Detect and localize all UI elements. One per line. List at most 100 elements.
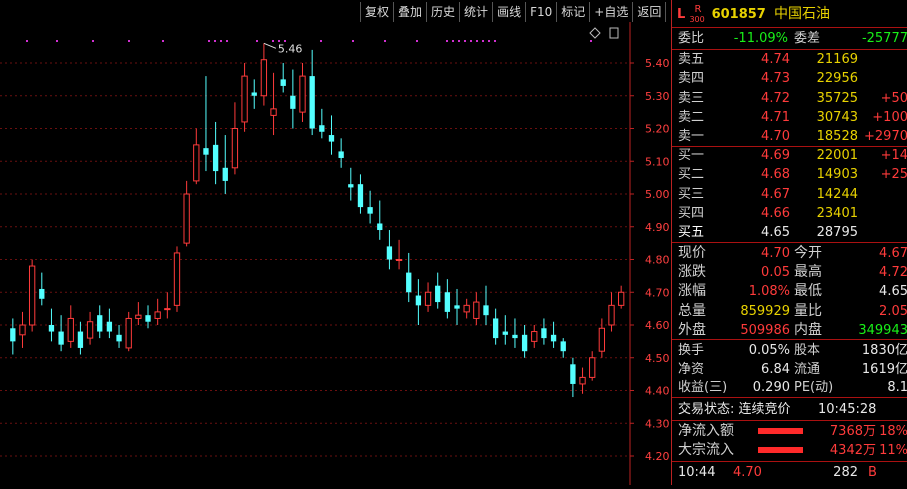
- sell-level-change: +50: [880, 90, 907, 106]
- sell-level-label: 卖五: [678, 52, 705, 67]
- sell-level-price: 4.70: [761, 129, 790, 145]
- divider: [672, 27, 907, 28]
- buy-level-5[interactable]: 买五 4.65 28795: [678, 223, 904, 242]
- buy-level-1[interactable]: 买一 4.69 22001 +14: [678, 146, 907, 165]
- candle-body-down: [106, 321, 113, 332]
- toolbar-overlay-button[interactable]: 叠加: [393, 2, 426, 22]
- sell-level-5[interactable]: 卖一 4.70 18528 +2970: [678, 127, 907, 146]
- sell-level-price: 4.71: [761, 109, 790, 125]
- marker-dot: [476, 40, 478, 42]
- toolbar-f10-button[interactable]: F10: [525, 2, 556, 22]
- quote-row: 涨幅 1.08% 最低 4.65: [678, 282, 907, 301]
- candle-body-down: [116, 334, 122, 342]
- tick-time: 10:44: [678, 465, 716, 480]
- price-tick-label: 4.50: [645, 352, 670, 365]
- quote-label: 最低: [794, 283, 822, 300]
- market-letter: L: [677, 7, 686, 22]
- marker-dot: [128, 40, 130, 42]
- candle-body-down: [521, 334, 528, 352]
- flow-label: 净流入额: [678, 423, 734, 439]
- sell-level-volume: 22956: [816, 71, 858, 87]
- weibi-value: -11.09%: [733, 31, 788, 46]
- price-tick-label: 4.90: [645, 221, 670, 234]
- buy-level-4[interactable]: 买四 4.66 23401: [678, 204, 904, 223]
- candle-body-down: [77, 331, 84, 348]
- toolbar-history-button[interactable]: 历史: [426, 2, 459, 22]
- buy-level-label: 买二: [678, 167, 705, 183]
- candle-body-up: [598, 327, 606, 352]
- fund-label: 换手: [678, 343, 705, 358]
- window-icon: [609, 27, 619, 39]
- quote-label: 涨跌: [678, 264, 706, 281]
- price-tick-label: 5.20: [645, 123, 670, 136]
- buy-level-volume: 28795: [816, 225, 858, 241]
- fund-row: 换手 0.05% 股本 1830亿: [678, 341, 907, 360]
- quote-value: 2.05: [879, 303, 907, 319]
- candle-body-up: [531, 331, 538, 342]
- sell-level-volume: 30743: [816, 109, 858, 125]
- candle-body-up: [231, 128, 239, 169]
- price-tick-label: 4.70: [645, 286, 670, 299]
- divider: [672, 242, 907, 243]
- toolbar-add-watchlist-button[interactable]: +自选: [589, 2, 632, 22]
- toolbar-mark-button[interactable]: 标记: [556, 2, 589, 22]
- candle-body-up: [125, 317, 132, 349]
- candle-body-down: [406, 272, 412, 293]
- quote-value: 859929: [740, 303, 790, 319]
- candle-body-down: [435, 285, 441, 303]
- candle-body-up: [618, 291, 625, 306]
- candle-body-down: [560, 341, 566, 352]
- buy-level-2[interactable]: 买二 4.68 14903 +25: [678, 165, 907, 184]
- divider: [672, 339, 907, 340]
- marker-dot: [494, 40, 496, 42]
- toolbar-fuquan-button[interactable]: 复权: [360, 2, 393, 22]
- flow-bar: [758, 428, 803, 434]
- candle-body-up: [395, 259, 403, 261]
- toolbar-drawline-button[interactable]: 画线: [492, 2, 525, 22]
- marker-dot: [458, 40, 460, 42]
- price-tick-label: 5.10: [645, 155, 670, 168]
- candle-body-up: [579, 376, 586, 385]
- sell-level-change: +2970: [864, 129, 907, 145]
- buy-level-label: 买四: [678, 205, 705, 221]
- candle-body-up: [154, 311, 161, 319]
- marker-dot: [416, 40, 418, 42]
- buy-level-label: 买五: [678, 225, 705, 241]
- flow-row: 净流入额 7368万 18%: [678, 422, 907, 441]
- candle-body-down: [309, 76, 315, 129]
- marker-dot: [208, 40, 210, 42]
- diamond-icon: [589, 27, 601, 39]
- sell-level-4[interactable]: 卖二 4.71 30743 +100: [678, 108, 907, 127]
- buy-level-3[interactable]: 买三 4.67 14244: [678, 185, 904, 204]
- marker-dot: [272, 40, 274, 42]
- flow-value: 4342万: [829, 443, 876, 458]
- quote-label: 总量: [678, 302, 706, 319]
- tick-side: B: [868, 465, 877, 480]
- candle-body-down: [145, 315, 151, 322]
- sell-level-2[interactable]: 卖四 4.73 22956: [678, 69, 904, 88]
- marker-dot: [482, 40, 484, 42]
- price-tick-label: 5.30: [645, 90, 670, 103]
- marker-dot: [384, 40, 386, 42]
- candle-body-down: [541, 328, 547, 339]
- candle-body-down: [357, 184, 364, 208]
- quote-value: 4.67: [879, 246, 907, 261]
- candle-body-up: [260, 59, 268, 97]
- toolbar-back-button[interactable]: 返回: [632, 2, 667, 22]
- buy-level-change: +25: [880, 167, 907, 183]
- sell-level-1[interactable]: 卖五 4.74 21169: [678, 50, 904, 69]
- sell-level-label: 卖一: [678, 129, 705, 145]
- sell-level-price: 4.72: [761, 90, 790, 106]
- flow-bar: [758, 447, 803, 453]
- quote-value: 4.70: [761, 246, 790, 261]
- candle-body-down: [367, 207, 373, 214]
- sell-level-volume: 21169: [816, 52, 858, 67]
- flow-label: 大宗流入: [678, 442, 734, 458]
- quote-label: 涨幅: [678, 283, 706, 300]
- buy-level-volume: 23401: [816, 205, 858, 221]
- kline-chart[interactable]: 5.40 5.30 5.20 5.10 5.00 4.90 4.80 4.70 4.60 4.50…: [0, 0, 670, 485]
- toolbar-stats-button[interactable]: 统计: [459, 2, 492, 22]
- candle-body-down: [58, 331, 64, 345]
- sell-level-3[interactable]: 卖三 4.72 35725 +50: [678, 89, 907, 108]
- marker-dot: [226, 40, 228, 42]
